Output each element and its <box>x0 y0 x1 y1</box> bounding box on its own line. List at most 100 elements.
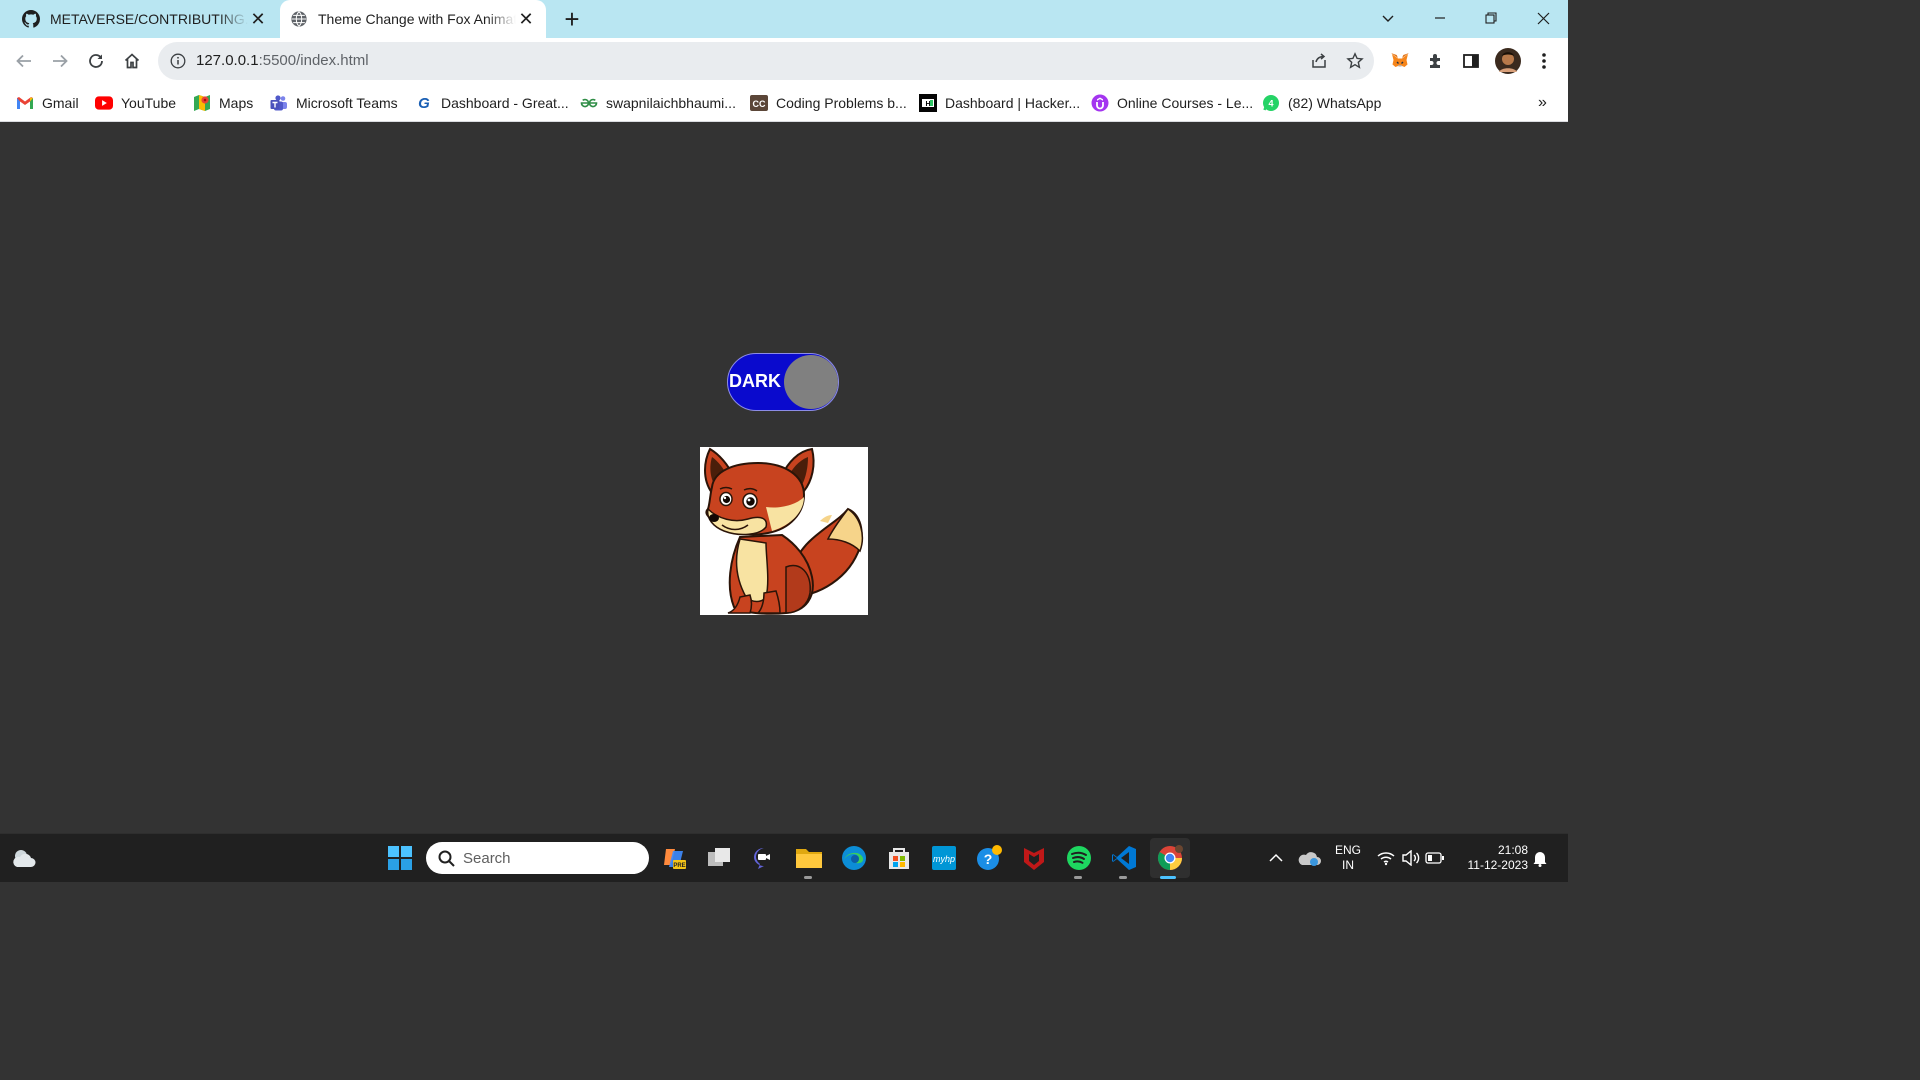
svg-text:?: ? <box>984 851 993 867</box>
tab-search-icon[interactable] <box>1368 6 1408 30</box>
back-icon[interactable] <box>10 47 38 75</box>
bookmark-label: swapnilaichbhaumi... <box>606 95 736 111</box>
forward-icon[interactable] <box>46 47 74 75</box>
bookmark-geeksforgeeks[interactable]: swapnilaichbhaumi... <box>580 93 736 113</box>
battery-icon[interactable] <box>1421 844 1449 872</box>
store-icon[interactable] <box>885 844 913 872</box>
close-tab-icon[interactable]: ✕ <box>248 9 268 30</box>
notification-bell-icon[interactable] <box>1526 844 1554 872</box>
share-icon[interactable] <box>1310 52 1328 70</box>
weather-icon[interactable] <box>10 844 38 872</box>
taskbar-search[interactable]: Search <box>426 842 649 874</box>
tab-title: METAVERSE/CONTRIBUTING.md <box>50 11 248 27</box>
chevron-up-icon[interactable] <box>1262 844 1290 872</box>
bookmarks-overflow-button[interactable]: » <box>1538 93 1547 113</box>
edge-icon[interactable] <box>840 844 868 872</box>
running-indicator <box>1074 876 1082 879</box>
file-explorer-icon[interactable] <box>795 844 823 872</box>
bookmark-codechef[interactable]: CC Coding Problems b... <box>750 93 907 113</box>
bookmark-label: Gmail <box>42 95 79 111</box>
site-info-icon[interactable] <box>170 53 186 69</box>
myhp-icon[interactable]: myhp <box>930 844 958 872</box>
wifi-icon[interactable] <box>1372 844 1400 872</box>
gmail-icon <box>16 94 34 112</box>
bookmark-gmail[interactable]: Gmail <box>16 93 79 113</box>
new-tab-button[interactable]: + <box>558 4 586 34</box>
bookmark-youtube[interactable]: YouTube <box>95 93 176 113</box>
bookmark-star-icon[interactable] <box>1346 52 1364 70</box>
onedrive-icon[interactable] <box>1295 844 1323 872</box>
language-indicator[interactable]: ENG IN <box>1332 843 1364 873</box>
bookmark-label: Coding Problems b... <box>776 95 907 111</box>
bookmark-label: YouTube <box>121 95 177 111</box>
close-window-icon[interactable] <box>1523 6 1563 30</box>
mcafee-icon[interactable] <box>1020 844 1048 872</box>
github-icon <box>22 10 40 28</box>
tab-contributing[interactable]: METAVERSE/CONTRIBUTING.md ✕ <box>12 0 276 38</box>
tab-theme-change[interactable]: Theme Change with Fox Animation ✕ <box>280 0 546 38</box>
running-indicator <box>804 876 812 879</box>
bookmark-dashboard-great[interactable]: G Dashboard - Great... <box>415 93 569 113</box>
bookmark-hackerrank[interactable]: H Dashboard | Hacker... <box>919 93 1080 113</box>
clock[interactable]: 21:08 11-12-2023 <box>1456 843 1529 873</box>
search-icon <box>438 850 455 867</box>
theme-toggle[interactable]: DARK <box>727 353 839 411</box>
chat-icon[interactable] <box>750 844 778 872</box>
bookmark-label: Maps <box>219 95 254 111</box>
url-path: :5500/index.html <box>258 52 369 69</box>
bookmark-label: Microsoft Teams <box>296 95 398 111</box>
search-placeholder: Search <box>463 849 511 867</box>
youtube-icon <box>95 94 113 112</box>
taskbar: Search PRE myhp ? ENG IN 21:08 11-12-202… <box>0 833 1568 882</box>
language-code: ENG <box>1334 843 1361 857</box>
globe-icon <box>291 11 307 27</box>
svg-text:PRE: PRE <box>673 863 685 869</box>
browser-toolbar: 127.0.0.1:5500/index.html <box>0 38 1568 84</box>
minimize-icon[interactable] <box>1420 6 1460 30</box>
home-icon[interactable] <box>118 47 146 75</box>
maps-icon <box>193 94 211 112</box>
avatar[interactable] <box>1494 47 1522 75</box>
bookmark-teams[interactable]: Microsoft Teams <box>270 93 398 113</box>
menu-icon[interactable] <box>1530 47 1558 75</box>
reload-icon[interactable] <box>82 47 110 75</box>
close-tab-icon[interactable]: ✕ <box>516 9 536 30</box>
tab-strip: METAVERSE/CONTRIBUTING.md ✕ Theme Change… <box>0 0 1568 38</box>
google-icon: G <box>418 94 430 112</box>
url-text[interactable]: 127.0.0.1:5500/index.html <box>196 52 369 69</box>
spotify-icon[interactable] <box>1065 844 1093 872</box>
chrome-icon[interactable] <box>1150 838 1190 878</box>
bookmark-label: Dashboard | Hacker... <box>945 95 1081 111</box>
copilot-icon[interactable]: PRE <box>660 844 688 872</box>
restore-icon[interactable] <box>1471 6 1511 30</box>
bookmark-label: Online Courses - Le... <box>1117 95 1254 111</box>
address-bar[interactable]: 127.0.0.1:5500/index.html <box>158 42 1374 80</box>
svg-text:myhp: myhp <box>933 854 955 864</box>
udemy-icon <box>1091 94 1109 112</box>
svg-text:4: 4 <box>1268 99 1273 109</box>
start-button[interactable] <box>386 844 414 872</box>
vscode-icon[interactable] <box>1110 844 1138 872</box>
bookmark-udemy[interactable]: Online Courses - Le... <box>1091 93 1253 113</box>
theme-toggle-knob[interactable] <box>784 355 838 409</box>
bookmark-maps[interactable]: Maps <box>193 93 253 113</box>
svg-text:CC: CC <box>753 99 766 109</box>
active-indicator <box>1160 876 1176 879</box>
page-content: DARK <box>0 122 1568 833</box>
codechef-icon: CC <box>750 94 768 112</box>
teams-icon <box>270 94 288 112</box>
task-view-icon[interactable] <box>705 844 733 872</box>
bookmark-label: Dashboard - Great... <box>441 95 569 111</box>
bookmarks-bar: Gmail YouTube Maps Microsoft Teams G Das… <box>0 84 1568 122</box>
clock-time: 21:08 <box>1497 843 1528 857</box>
svg-text:H: H <box>925 101 930 108</box>
get-help-icon[interactable]: ? <box>975 844 1003 872</box>
extensions-icon[interactable] <box>1422 47 1450 75</box>
bookmark-label: (82) WhatsApp <box>1288 95 1382 111</box>
hackerrank-icon: H <box>919 94 937 112</box>
running-indicator <box>1119 876 1127 879</box>
side-panel-icon[interactable] <box>1457 47 1485 75</box>
url-host: 127.0.0.1 <box>196 52 259 69</box>
bookmark-whatsapp[interactable]: 4 (82) WhatsApp <box>1262 93 1381 113</box>
metamask-icon[interactable] <box>1386 47 1414 75</box>
